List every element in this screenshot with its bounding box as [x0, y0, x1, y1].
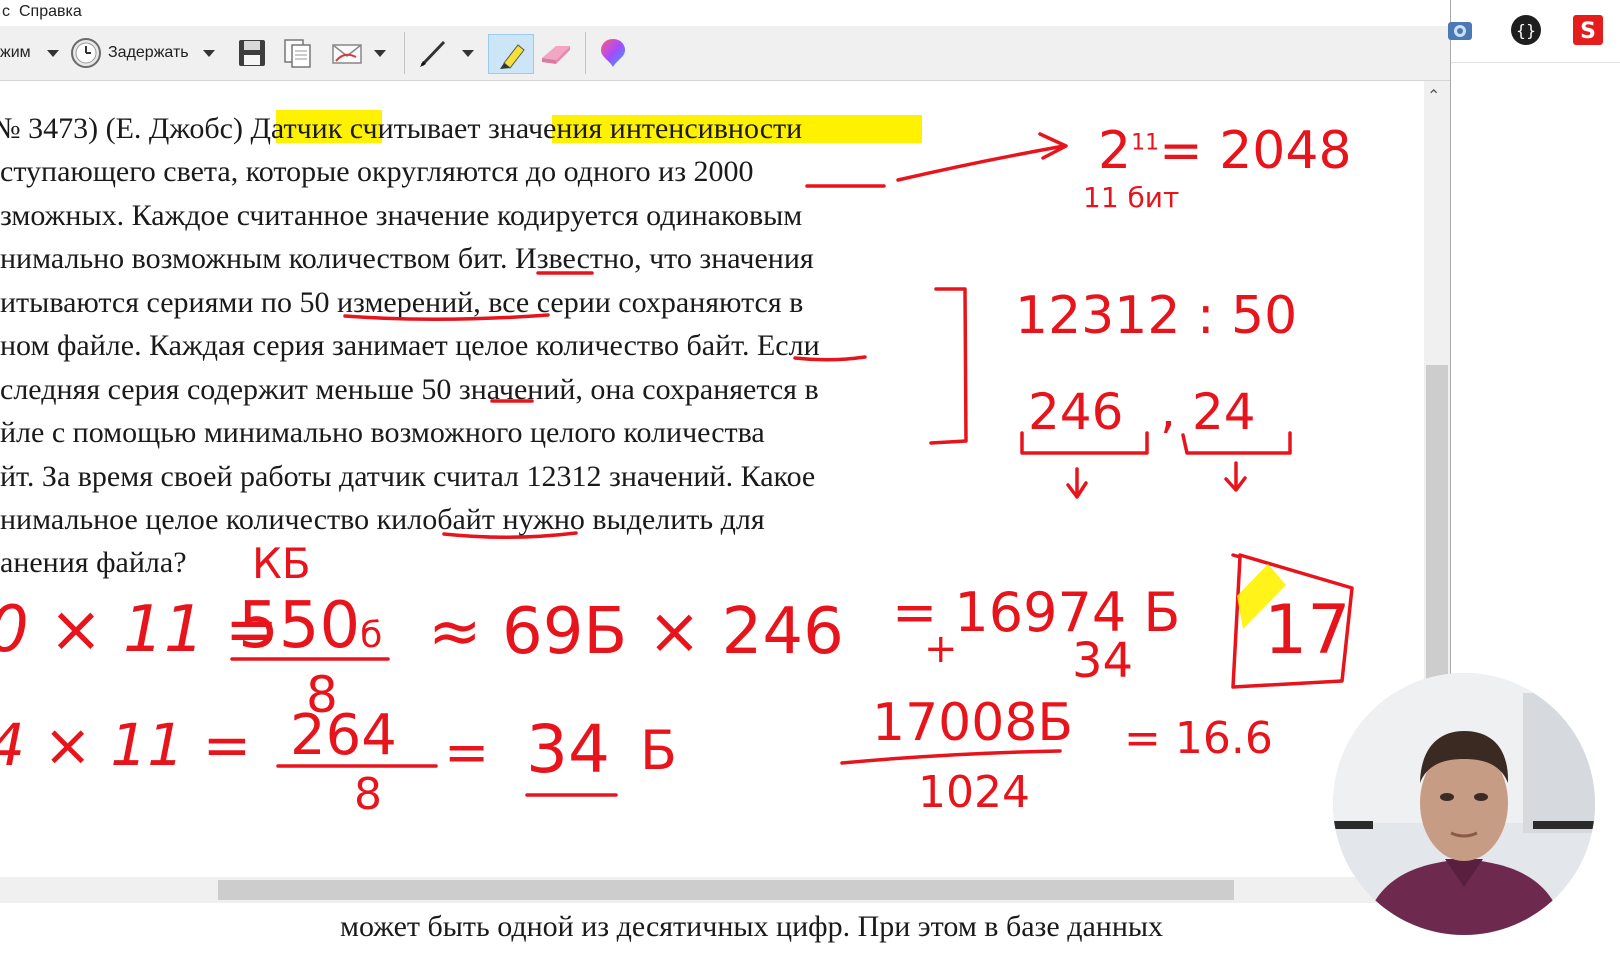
highlighter-button[interactable]	[488, 34, 534, 74]
pow-exponent: 11	[1131, 130, 1160, 156]
pow-expression: 211= 2048	[1098, 121, 1352, 181]
kb-note: КБ	[252, 539, 311, 588]
save-icon	[239, 40, 265, 66]
total-result: = 16.6	[1124, 713, 1273, 764]
pow-base: 2	[1098, 121, 1132, 181]
bits-note: 11 бит	[1083, 181, 1180, 214]
clock-icon	[71, 38, 101, 68]
eraser-icon	[542, 46, 570, 64]
calc-line2-result: 34	[526, 711, 610, 788]
pow-result: = 2048	[1159, 121, 1352, 181]
save-button[interactable]	[236, 34, 268, 72]
calc-line2-eq: =	[444, 721, 490, 784]
background-document-text: может быть одной из десятичных цифр. При…	[340, 910, 1164, 943]
webcam-overlay	[1333, 673, 1595, 935]
remainder: 24	[1192, 383, 1256, 441]
comma-separator: ,	[1160, 381, 1176, 439]
chevron-down-icon	[374, 49, 386, 57]
copy-icon	[284, 39, 311, 68]
highlighter-icon	[500, 44, 525, 69]
svg-text:S: S	[1580, 19, 1596, 44]
fraction-unit: б	[360, 615, 383, 656]
delay-label: Задержать	[108, 44, 189, 61]
calc-line1-approx: ≈ 69Б × 246	[428, 595, 844, 669]
copy-button[interactable]	[282, 34, 314, 72]
send-button[interactable]	[330, 34, 386, 72]
paint3d-button[interactable]	[598, 34, 628, 72]
mode-label: жим	[0, 44, 31, 61]
calc-line2-num: 264	[290, 703, 397, 768]
presenter-video	[1333, 673, 1595, 935]
calc-line1-left: 0 × 11 =	[0, 593, 279, 667]
plus-sign: +	[924, 626, 958, 672]
pen-button[interactable]	[416, 34, 474, 72]
fraction-numerator: 550	[238, 589, 361, 663]
send-icon	[332, 44, 362, 64]
calc-line1-add: 34	[1072, 633, 1134, 689]
menu-bar: с Справка	[0, 0, 1450, 26]
calc-line2-left: 4 × 11 =	[0, 711, 252, 779]
chevron-down-icon	[46, 49, 59, 57]
background-app-toolbar: {} S	[1448, 0, 1620, 63]
camera-icon[interactable]	[1445, 14, 1475, 46]
braces-icon[interactable]: {}	[1509, 13, 1543, 47]
mode-button[interactable]: жим	[0, 34, 59, 72]
snip-canvas[interactable]: № 3473) (Е. Джобс) Датчик считывает знач…	[0, 81, 1424, 877]
chevron-down-icon	[462, 49, 474, 57]
toolbar: жим Задержать	[0, 26, 1450, 81]
menu-item-tools[interactable]: с	[2, 3, 10, 21]
calc-line2-unit: Б	[640, 719, 678, 782]
scroll-up-arrow-icon[interactable]: ⌃	[1427, 86, 1440, 106]
quotient: 246	[1028, 383, 1124, 441]
delay-button[interactable]: Задержать	[70, 34, 215, 72]
division-expression: 12312 : 50	[1015, 286, 1298, 346]
snipping-tool-window: с Справка жим Задержать № 3473) (Е. Джоб…	[0, 0, 1451, 905]
calc-line2-den: 8	[354, 769, 382, 820]
toolbar-separator	[585, 32, 586, 74]
s-app-icon[interactable]: S	[1571, 13, 1605, 47]
eraser-button[interactable]	[538, 34, 574, 72]
toolbar-separator	[404, 32, 405, 74]
chevron-down-icon	[202, 49, 215, 57]
svg-text:{}: {}	[1516, 21, 1536, 40]
pen-icon	[420, 40, 446, 67]
paint3d-icon	[601, 39, 625, 67]
total-numerator: 17008Б	[872, 693, 1074, 753]
answer-value: 17	[1264, 591, 1351, 670]
calc-line1-num: 550б	[238, 589, 382, 663]
menu-item-help[interactable]: Справка	[19, 3, 82, 21]
horizontal-scroll-thumb[interactable]	[218, 880, 1234, 900]
total-denominator: 1024	[918, 767, 1030, 818]
